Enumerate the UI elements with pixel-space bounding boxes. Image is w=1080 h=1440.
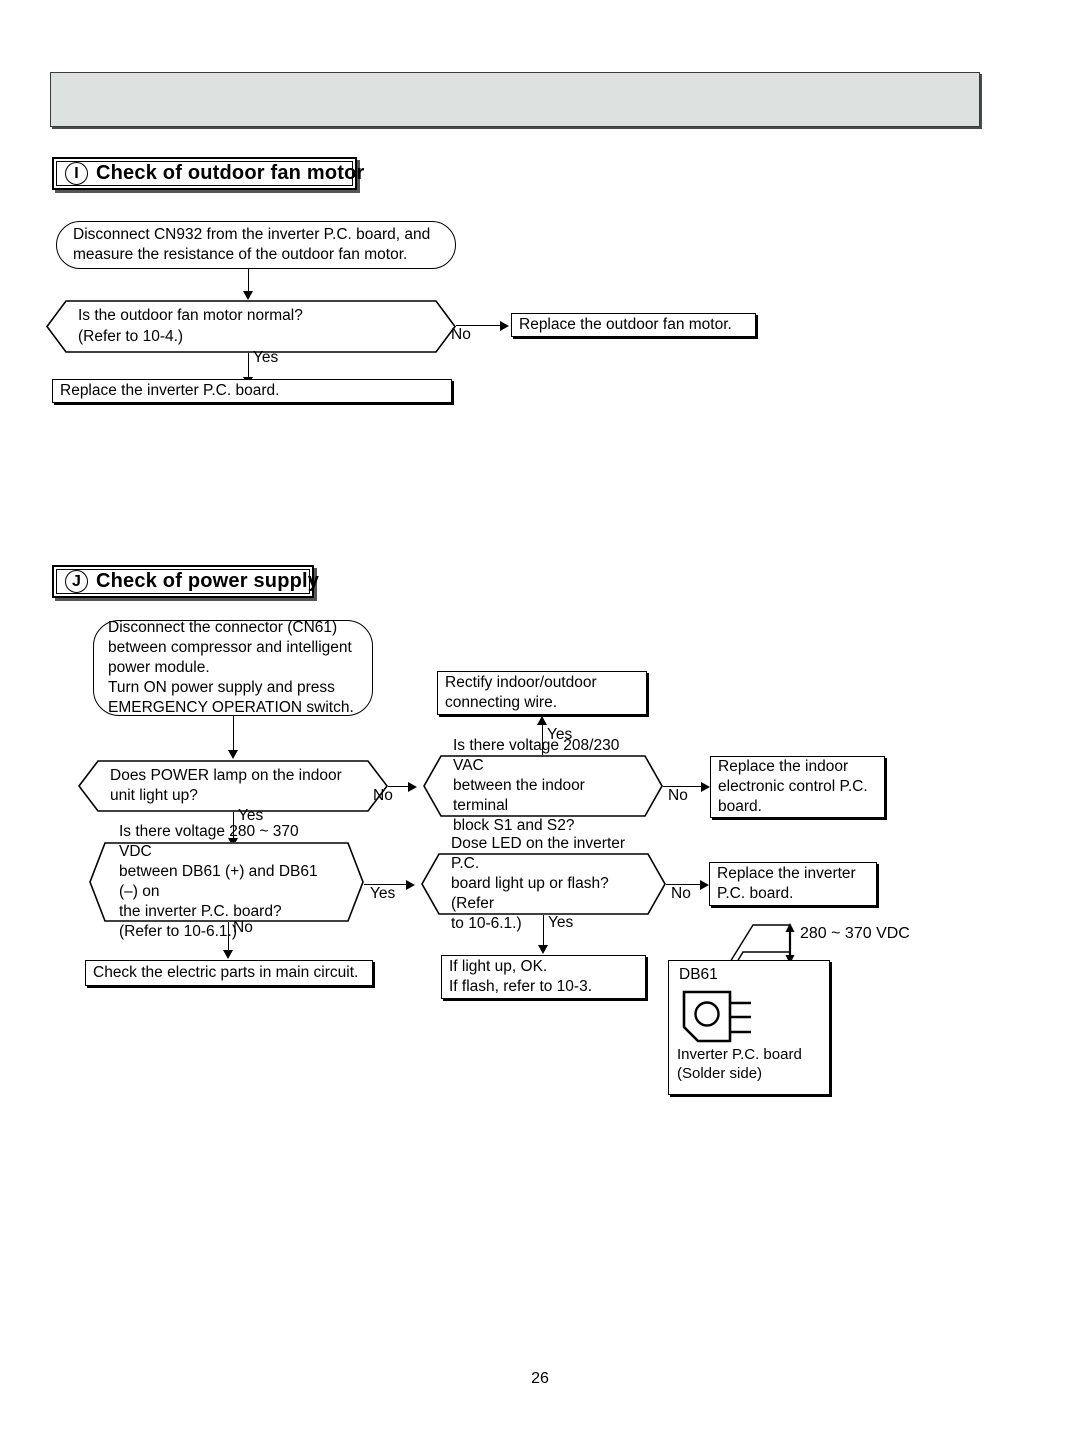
- decision-text-line-1: Is there voltage 280 ~ 370 VDC: [119, 822, 299, 860]
- branch-label-yes: Yes: [370, 885, 396, 902]
- node-text-line-3: board.: [718, 798, 762, 816]
- node-text-line-2: connecting wire.: [445, 694, 558, 711]
- db61-diode-symbol: [682, 990, 751, 1043]
- connector-arrow: [223, 950, 233, 959]
- connector-arrow: [537, 716, 547, 725]
- node-text-line-1: Rectify indoor/outdoor: [445, 673, 597, 691]
- node-replace-indoor-electronic-control-board: Replace the indoor electronic control P.…: [710, 756, 885, 818]
- node-text-line-1: Replace the inverter: [717, 864, 856, 882]
- node-text: Replace the inverter P.C. board.: [60, 381, 280, 399]
- header-banner: [50, 72, 980, 127]
- connector-arrow: [406, 879, 415, 890]
- node-disconnect-cn61: Disconnect the connector (CN61) between …: [93, 618, 373, 716]
- connector-arrow: [700, 879, 709, 890]
- node-text-line-1: Disconnect the connector (CN61): [108, 618, 338, 636]
- section-title-text: Check of outdoor fan motor: [96, 162, 365, 184]
- node-text-line-2: electronic control P.C.: [718, 777, 868, 795]
- decision-text-line-2: between the indoor terminal: [453, 776, 585, 815]
- decision-text-line-3: to 10-6.1.): [451, 915, 522, 933]
- node-if-light-up-ok: If light up, OK. If flash, refer to 10-3…: [441, 955, 646, 999]
- node-text: Disconnect CN932 from the inverter P.C. …: [73, 225, 431, 263]
- node-text-line-2: between compressor and intelligent: [108, 638, 352, 656]
- db61-caption-line-2: (Solder side): [677, 1064, 763, 1082]
- section-title-power-supply: J Check of power supply: [52, 565, 319, 598]
- decision-text-line-1: Is there voltage 208/230 VAC: [453, 736, 620, 774]
- node-rectify-connecting-wire: Rectify indoor/outdoor connecting wire.: [437, 671, 647, 715]
- node-replace-outdoor-fan-motor: Replace the outdoor fan motor.: [511, 313, 756, 337]
- page-number: 26: [531, 1370, 549, 1387]
- decision-text-line-2: unit light up?: [110, 787, 198, 804]
- decision-text-line-1: Does POWER lamp on the indoor: [110, 766, 342, 784]
- connector-arrow: [228, 750, 238, 759]
- connector-arrow: [701, 781, 710, 792]
- node-text-line-2: If flash, refer to 10-3.: [449, 978, 593, 995]
- decision-led-light-up-or-flash: Dose LED on the inverter P.C. board ligh…: [421, 835, 666, 932]
- node-check-electric-parts: Check the electric parts in main circuit…: [85, 960, 373, 986]
- section-marker-i: I: [65, 162, 88, 185]
- connector-line: [248, 269, 249, 293]
- node-replace-inverter-pc-board: Replace the inverter P.C. board.: [52, 379, 452, 403]
- node-text-line-4: Turn ON power supply and press: [108, 679, 335, 697]
- section-title-outdoor-fan-motor: I Check of outdoor fan motor: [52, 157, 364, 190]
- decision-text-line-2: board light up or flash? (Refer: [451, 874, 609, 913]
- decision-text-line-1: Is the outdoor fan motor normal?: [78, 307, 303, 325]
- node-replace-inverter-pc-board-j: Replace the inverter P.C. board.: [709, 862, 877, 906]
- decision-text-line-1: Dose LED on the inverter P.C.: [451, 834, 626, 872]
- branch-label-no: No: [451, 326, 471, 343]
- branch-label-no: No: [671, 885, 691, 902]
- decision-text-line-4: (Refer to 10-6.1.): [119, 923, 238, 941]
- node-disconnect-cn932: Disconnect CN932 from the inverter P.C. …: [56, 221, 456, 269]
- decision-outdoor-fan-motor-normal: Is the outdoor fan motor normal? (Refer …: [46, 300, 456, 353]
- branch-label-no: No: [373, 787, 393, 804]
- node-text: Replace the outdoor fan motor.: [519, 315, 732, 333]
- connector-arrow: [538, 945, 548, 954]
- node-text-line-3: power module.: [108, 658, 210, 676]
- document-page: I Check of outdoor fan motor Disconnect …: [0, 0, 1080, 1440]
- db61-component-label: DB61: [679, 966, 718, 983]
- db61-caption-line-1: Inverter P.C. board: [677, 1046, 802, 1063]
- node-text-line-2: P.C. board.: [717, 885, 794, 902]
- decision-voltage-280-370-vdc: Is there voltage 280 ~ 370 VDC between D…: [89, 823, 364, 940]
- db61-caption: Inverter P.C. board (Solder side): [677, 1046, 802, 1084]
- branch-label-yes: Yes: [253, 349, 279, 366]
- branch-label-no: No: [668, 787, 688, 804]
- db61-board-illustration: DB61 Inverter P.C. board (Solder side): [668, 960, 830, 1095]
- node-text-line-1: Replace the indoor: [718, 757, 849, 775]
- node-text-line-1: If light up, OK.: [449, 957, 548, 975]
- connector-arrow: [408, 781, 417, 792]
- section-title-text: Check of power supply: [96, 570, 320, 592]
- voltage-dimension-label: 280 ~ 370 VDC: [800, 925, 910, 942]
- decision-power-lamp-light-up: Does POWER lamp on the indoor unit light…: [78, 760, 388, 812]
- decision-text-line-2: (Refer to 10-4.): [78, 327, 184, 345]
- decision-text-line-2: between DB61 (+) and DB61 (–) on: [119, 862, 318, 900]
- decision-text-line-3: the inverter P.C. board?: [119, 903, 282, 921]
- connector-arrow: [243, 291, 253, 300]
- node-text: Check the electric parts in main circuit…: [93, 963, 359, 981]
- connector-line: [233, 716, 234, 752]
- decision-voltage-208-230-vac: Is there voltage 208/230 VAC between the…: [423, 737, 663, 834]
- section-marker-j: J: [65, 570, 88, 593]
- connector-arrow: [500, 320, 509, 331]
- connector-line: [248, 353, 249, 379]
